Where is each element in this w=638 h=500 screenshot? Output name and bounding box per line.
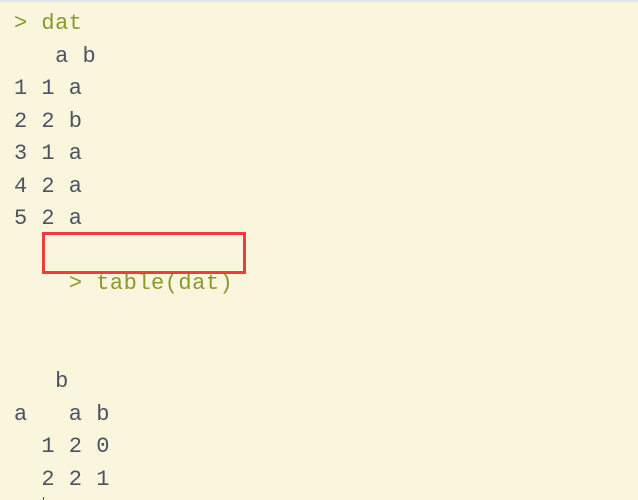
r-console[interactable]: > dat a b 1 1 a 2 2 b 3 1 a 4 2 a 5 2 a … (14, 8, 638, 500)
command-2: table(dat) (83, 271, 234, 296)
dat-header: a b (14, 41, 638, 74)
table-output-row: a a b (14, 399, 638, 432)
prompt-line-3[interactable]: > (14, 496, 638, 500)
dat-row: 1 1 a (14, 73, 638, 106)
prompt-symbol: > (14, 11, 28, 36)
table-output-row: 2 2 1 (14, 464, 638, 497)
dat-row: 5 2 a (14, 203, 638, 236)
prompt-symbol: > (69, 271, 83, 296)
prompt-line-1: > dat (14, 8, 638, 41)
dat-row: 4 2 a (14, 171, 638, 204)
dat-row: 2 2 b (14, 106, 638, 139)
highlight-box (42, 232, 246, 274)
command-1: dat (28, 11, 83, 36)
table-output-row: b (14, 366, 638, 399)
prompt-line-2: > table(dat) (14, 236, 233, 366)
table-output-row: 1 2 0 (14, 431, 638, 464)
dat-row: 3 1 a (14, 138, 638, 171)
